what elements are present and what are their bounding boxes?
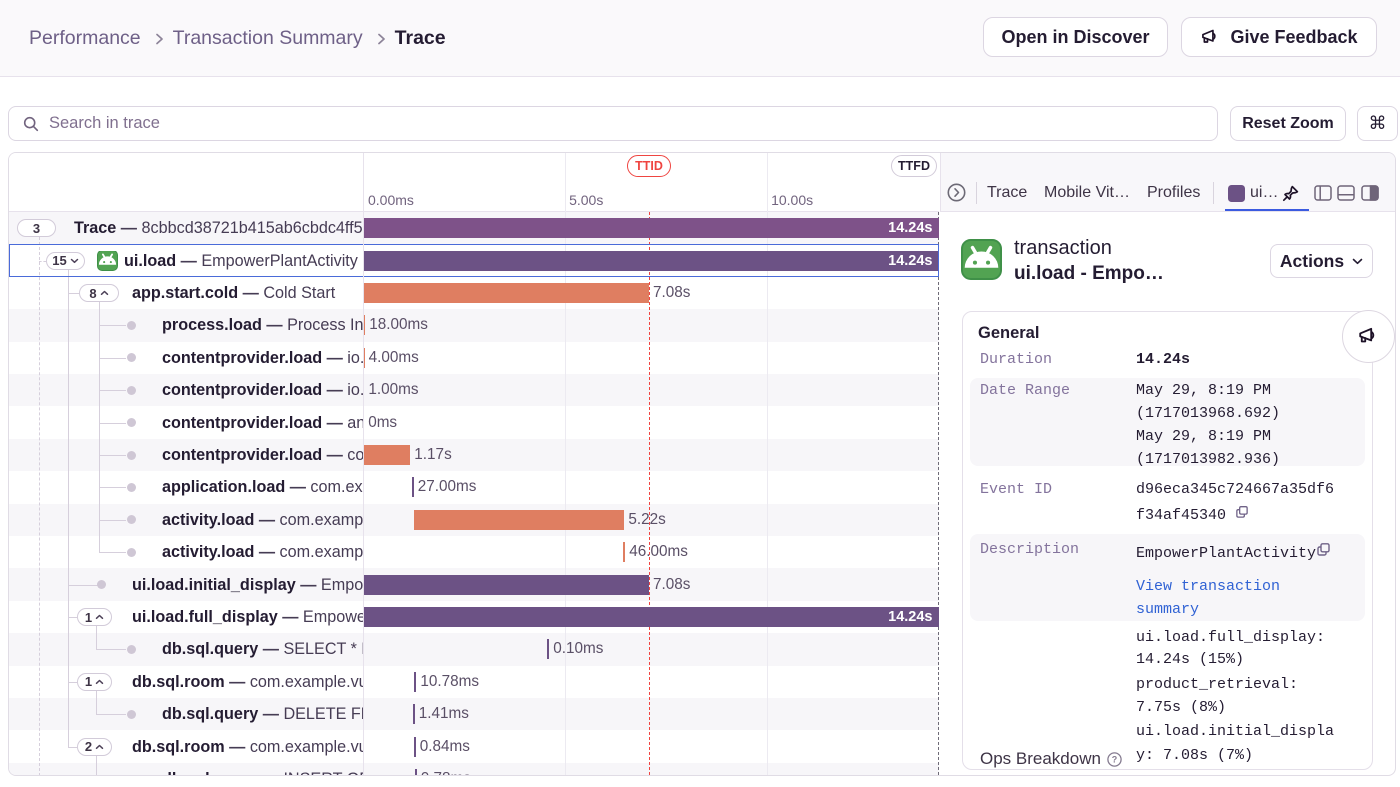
svg-text:?: ? (1112, 754, 1118, 764)
